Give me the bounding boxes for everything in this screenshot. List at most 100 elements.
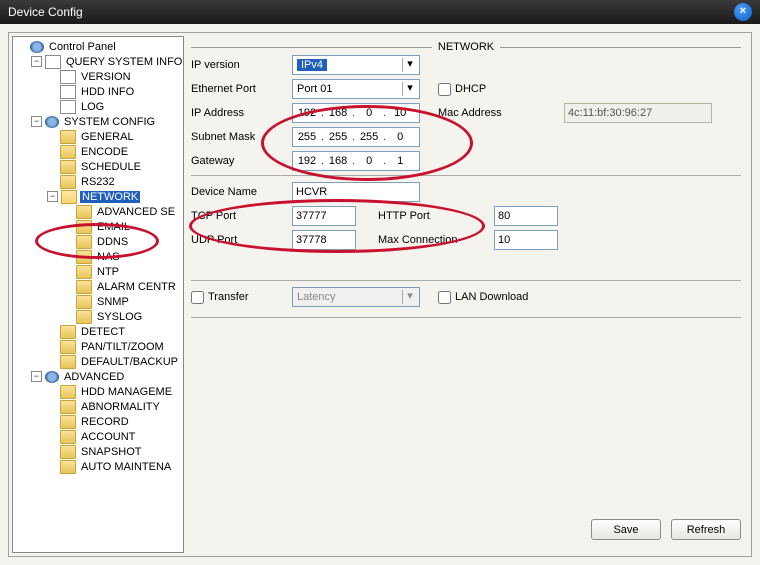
folder-icon bbox=[60, 325, 76, 339]
tree-item[interactable]: DETECT bbox=[15, 324, 181, 339]
tree-item[interactable]: SNAPSHOT bbox=[15, 444, 181, 459]
expander-icon[interactable]: − bbox=[31, 116, 42, 127]
tree-item[interactable]: GENERAL bbox=[15, 129, 181, 144]
device-name-label: Device Name bbox=[191, 186, 286, 198]
tree-item[interactable]: VERSION bbox=[15, 69, 181, 84]
page-icon bbox=[60, 100, 76, 114]
http-port-input[interactable] bbox=[494, 206, 558, 226]
dhcp-checkbox[interactable]: DHCP bbox=[438, 83, 558, 96]
tree-item[interactable]: ACCOUNT bbox=[15, 429, 181, 444]
folder-icon bbox=[76, 280, 92, 294]
window-title: Device Config bbox=[8, 5, 83, 19]
expander-icon[interactable]: − bbox=[31, 371, 42, 382]
max-connection-label: Max Connection bbox=[378, 234, 488, 246]
tree-label: ADVANCED bbox=[62, 371, 126, 383]
folder-icon bbox=[60, 415, 76, 429]
folder-icon bbox=[60, 400, 76, 414]
section-title: NETWORK bbox=[191, 41, 741, 53]
folder-icon bbox=[61, 190, 77, 204]
tree-item[interactable]: HDD MANAGEME bbox=[15, 384, 181, 399]
tree-item[interactable]: PAN/TILT/ZOOM bbox=[15, 339, 181, 354]
ip-address-label: IP Address bbox=[191, 107, 286, 119]
lan-download-checkbox[interactable]: LAN Download bbox=[438, 291, 558, 304]
ip-address-input[interactable]: . . . bbox=[292, 103, 420, 123]
tree-item[interactable]: RECORD bbox=[15, 414, 181, 429]
subnet-mask-label: Subnet Mask bbox=[191, 131, 286, 143]
folder-icon bbox=[60, 385, 76, 399]
folder-icon bbox=[76, 250, 92, 264]
chevron-down-icon: ▾ bbox=[402, 58, 417, 72]
mac-address-field bbox=[564, 103, 712, 123]
tree-label: LOG bbox=[79, 101, 106, 113]
tree-item[interactable]: ABNORMALITY bbox=[15, 399, 181, 414]
ip-version-label: IP version bbox=[191, 59, 286, 71]
refresh-button[interactable]: Refresh bbox=[671, 519, 741, 540]
expander-icon[interactable]: − bbox=[47, 191, 58, 202]
page-icon bbox=[60, 70, 76, 84]
folder-icon bbox=[60, 445, 76, 459]
tree-label: ACCOUNT bbox=[79, 431, 137, 443]
max-connection-input[interactable] bbox=[494, 230, 558, 250]
tree-network[interactable]: −NETWORK bbox=[15, 189, 181, 204]
tree-label: DEFAULT/BACKUP bbox=[79, 356, 180, 368]
folder-icon bbox=[76, 310, 92, 324]
tree-item[interactable]: HDD INFO bbox=[15, 84, 181, 99]
tree-item[interactable]: SCHEDULE bbox=[15, 159, 181, 174]
tree-label: QUERY SYSTEM INFO bbox=[64, 56, 184, 68]
ethernet-port-label: Ethernet Port bbox=[191, 83, 286, 95]
tree-label: ABNORMALITY bbox=[79, 401, 162, 413]
gateway-label: Gateway bbox=[191, 155, 286, 167]
title-bar: Device Config × bbox=[0, 0, 760, 24]
close-icon[interactable]: × bbox=[734, 3, 752, 21]
tree-item[interactable]: DDNS bbox=[15, 234, 181, 249]
udp-port-input[interactable] bbox=[292, 230, 356, 250]
device-name-input[interactable] bbox=[292, 182, 420, 202]
tree-query[interactable]: − QUERY SYSTEM INFO bbox=[15, 54, 181, 69]
tree-label: ALARM CENTR bbox=[95, 281, 178, 293]
tree-label: PAN/TILT/ZOOM bbox=[79, 341, 166, 353]
tree-system[interactable]: − SYSTEM CONFIG bbox=[15, 114, 181, 129]
gear-icon bbox=[45, 371, 59, 383]
tree-label: ENCODE bbox=[79, 146, 130, 158]
tree-label: Control Panel bbox=[47, 41, 118, 53]
tcp-port-input[interactable] bbox=[292, 206, 356, 226]
folder-icon bbox=[76, 265, 92, 279]
tree-item[interactable]: RS232 bbox=[15, 174, 181, 189]
tree-advanced[interactable]: − ADVANCED bbox=[15, 369, 181, 384]
expander-icon[interactable]: − bbox=[31, 56, 42, 67]
tree-label: SYSTEM CONFIG bbox=[62, 116, 157, 128]
tree-label: SYSLOG bbox=[95, 311, 144, 323]
tree-item[interactable]: SYSLOG bbox=[15, 309, 181, 324]
folder-icon bbox=[76, 295, 92, 309]
subnet-mask-input[interactable]: . . . bbox=[292, 127, 420, 147]
transfer-mode-combo: Latency ▾ bbox=[292, 287, 420, 307]
gateway-input[interactable]: . . . bbox=[292, 151, 420, 171]
chevron-down-icon: ▾ bbox=[402, 290, 417, 304]
tree-item[interactable]: ALARM CENTR bbox=[15, 279, 181, 294]
tree-label: RECORD bbox=[79, 416, 131, 428]
tree-item[interactable]: AUTO MAINTENA bbox=[15, 459, 181, 474]
tree-item[interactable]: DEFAULT/BACKUP bbox=[15, 354, 181, 369]
ip-version-combo[interactable]: IPv4 ▾ bbox=[292, 55, 420, 75]
tree-item[interactable]: LOG bbox=[15, 99, 181, 114]
tree-label: SNAPSHOT bbox=[79, 446, 144, 458]
tree-label: NTP bbox=[95, 266, 121, 278]
folder-icon bbox=[60, 460, 76, 474]
save-button[interactable]: Save bbox=[591, 519, 661, 540]
tree-item[interactable]: SNMP bbox=[15, 294, 181, 309]
tree-label: ADVANCED SE bbox=[95, 206, 177, 218]
transfer-checkbox[interactable]: Transfer bbox=[191, 291, 286, 304]
tree-item[interactable]: ADVANCED SE bbox=[15, 204, 181, 219]
tree-label: AUTO MAINTENA bbox=[79, 461, 173, 473]
folder-icon bbox=[60, 430, 76, 444]
tree-root[interactable]: Control Panel bbox=[15, 39, 181, 54]
ethernet-port-combo[interactable]: Port 01 ▾ bbox=[292, 79, 420, 99]
tree-item[interactable]: ENCODE bbox=[15, 144, 181, 159]
tree-item[interactable]: NTP bbox=[15, 264, 181, 279]
tree-item[interactable]: NAS bbox=[15, 249, 181, 264]
page-icon bbox=[45, 55, 61, 69]
udp-port-label: UDP Port bbox=[191, 234, 286, 246]
tree-sidebar: Control Panel−QUERY SYSTEM INFOVERSIONHD… bbox=[12, 36, 184, 553]
tree-item[interactable]: EMAIL bbox=[15, 219, 181, 234]
folder-icon bbox=[60, 355, 76, 369]
